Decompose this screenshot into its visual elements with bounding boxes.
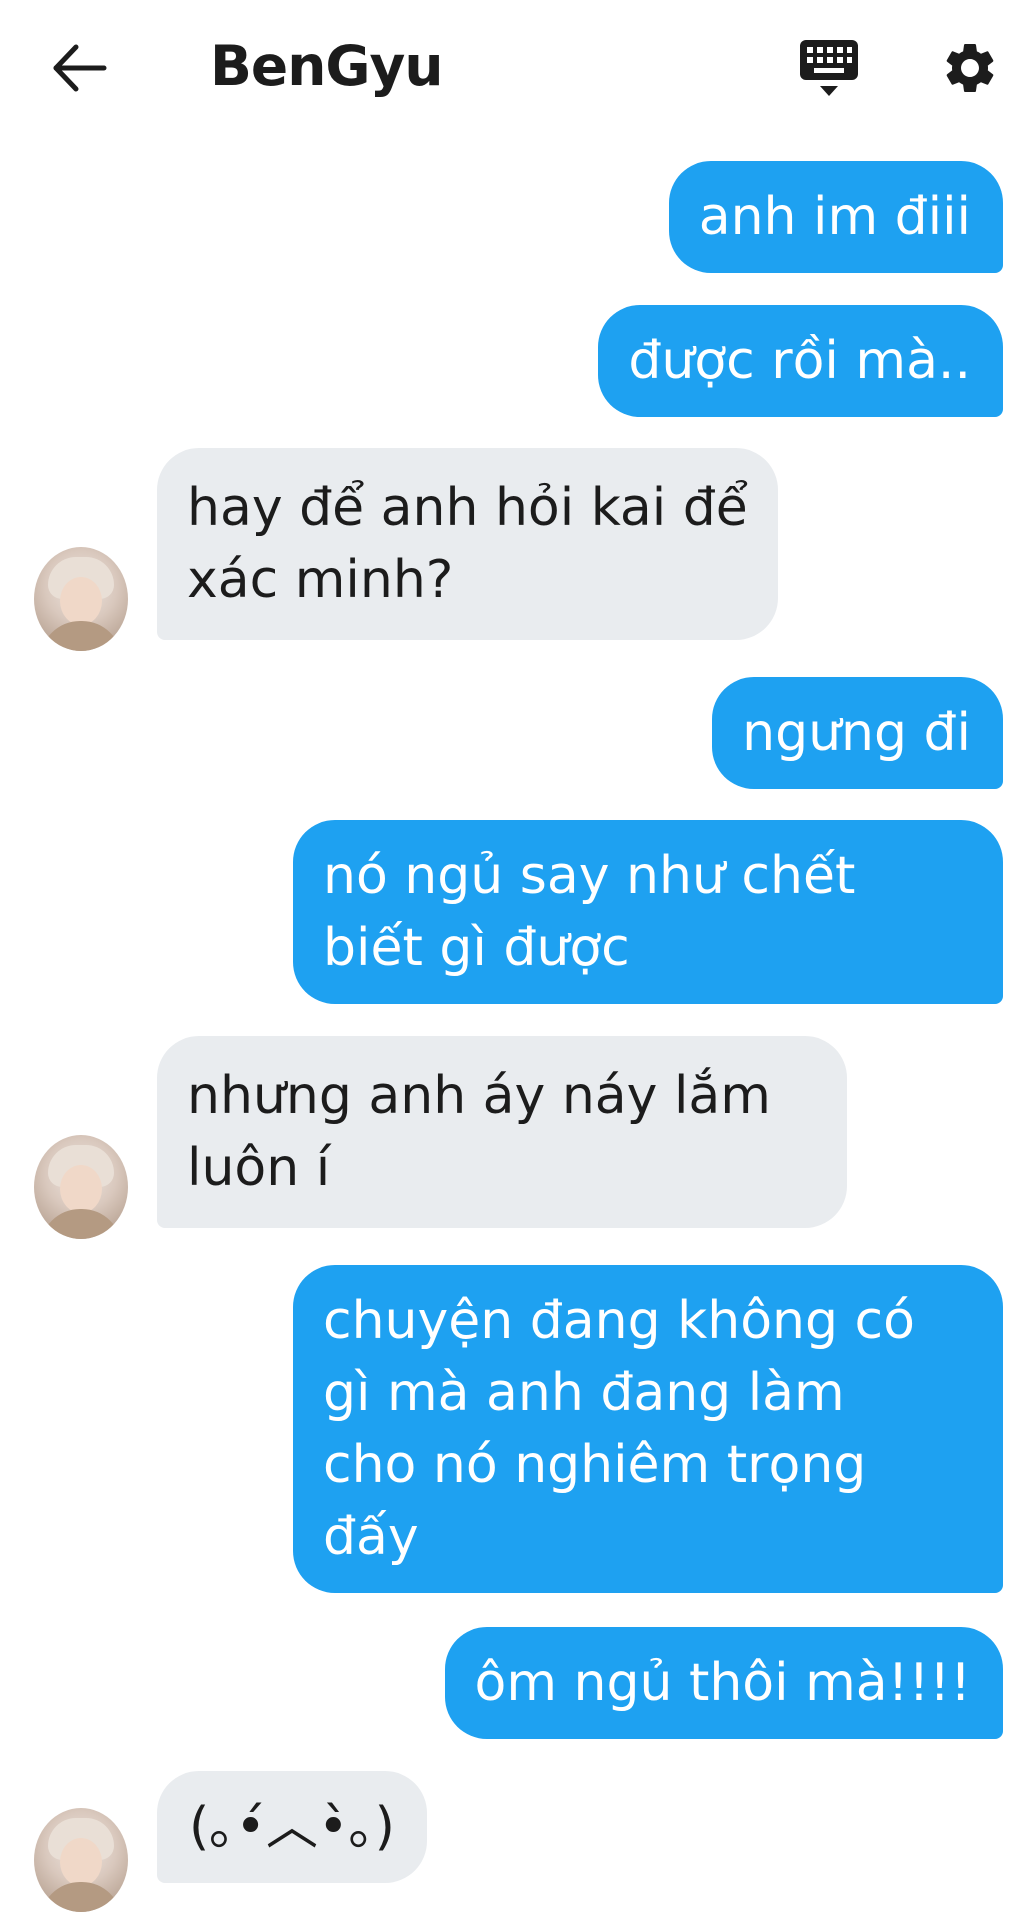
message-bubble-sent[interactable]: được rồi mà.. (598, 305, 1003, 417)
message-bubble-sent[interactable]: anh im điii (668, 161, 1003, 273)
avatar[interactable] (34, 1135, 128, 1239)
message-bubble-sent[interactable]: ôm ngủ thôi mà!!!! (444, 1627, 1003, 1739)
message-bubble-sent[interactable]: chuyện đang không có gì mà anh đang làm … (293, 1265, 1003, 1593)
chat-header: BenGyu (0, 0, 1035, 135)
avatar[interactable] (34, 1808, 128, 1912)
message-bubble-received[interactable]: (｡•́︿•̀｡) (157, 1771, 427, 1883)
back-button[interactable] (48, 37, 110, 99)
message-bubble-sent[interactable]: nó ngủ say như chết biết gì được (293, 820, 1003, 1004)
arrow-left-icon (53, 44, 107, 92)
keyboard-button[interactable] (798, 38, 860, 100)
contact-name: BenGyu (210, 34, 444, 98)
keyboard-icon (800, 40, 858, 96)
avatar[interactable] (34, 547, 128, 651)
gear-icon (946, 43, 994, 92)
message-bubble-sent[interactable]: ngưng đi (712, 677, 1003, 789)
message-bubble-received[interactable]: nhưng anh áy náy lắm luôn í (157, 1036, 847, 1228)
settings-button[interactable] (940, 38, 1000, 98)
message-bubble-received[interactable]: hay để anh hỏi kai để xác minh? (157, 448, 778, 640)
